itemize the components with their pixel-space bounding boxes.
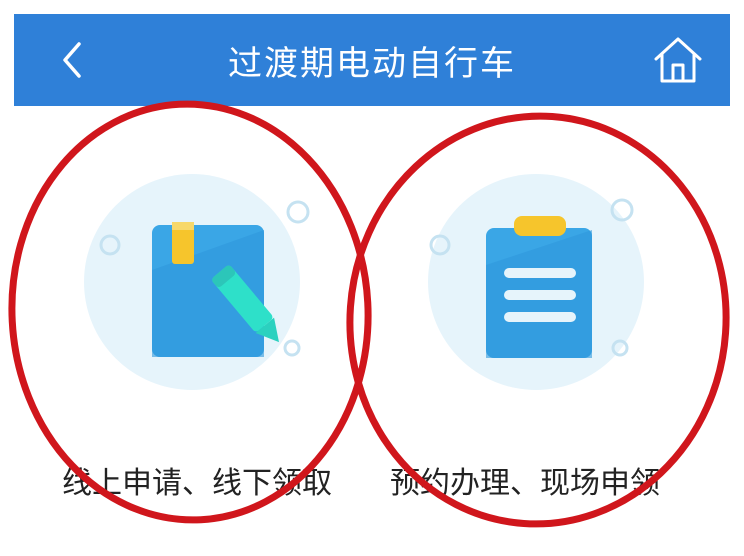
appointment-option[interactable] xyxy=(418,170,648,400)
home-button[interactable] xyxy=(650,32,706,88)
online-apply-label: 线上申请、线下领取 xyxy=(62,466,332,501)
page-title: 过渡期电动自行车 xyxy=(228,43,516,84)
home-icon xyxy=(654,37,702,83)
online-apply-option[interactable] xyxy=(80,170,310,400)
navigation-bar: 过渡期电动自行车 xyxy=(14,14,730,106)
notebook-pencil-icon xyxy=(84,174,310,390)
status-strip xyxy=(0,0,744,14)
appointment-label: 预约办理、现场申领 xyxy=(390,466,660,501)
clipboard-list-icon xyxy=(428,174,644,390)
